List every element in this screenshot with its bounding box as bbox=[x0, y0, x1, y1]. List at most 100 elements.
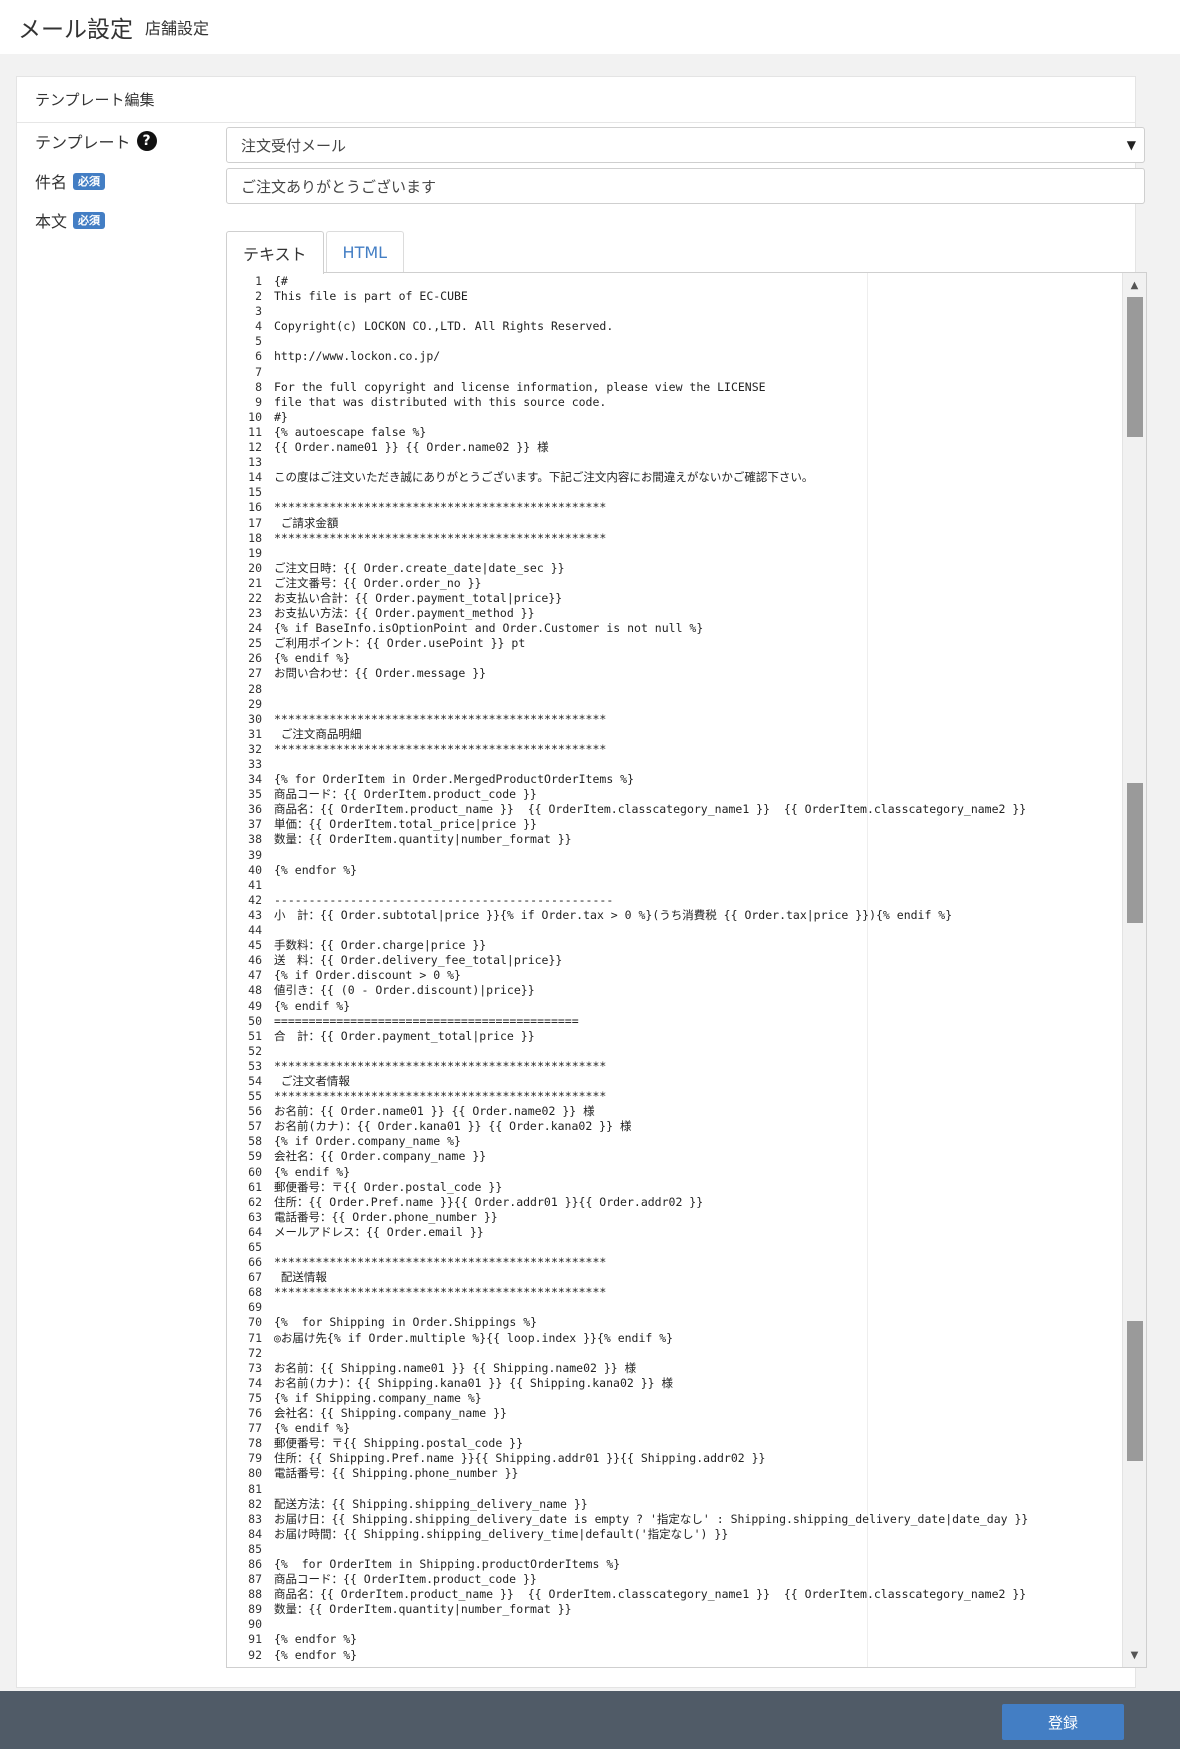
code-line[interactable]: 37 単価：{{ OrderItem.total_price|price }} bbox=[227, 817, 1122, 832]
code-line[interactable]: 50 ======================================… bbox=[227, 1014, 1122, 1029]
code-line[interactable]: 41 bbox=[227, 878, 1122, 893]
code-line[interactable]: 13 bbox=[227, 455, 1122, 470]
template-select[interactable]: 注文受付メール ▼ bbox=[226, 127, 1145, 163]
code-line[interactable]: 6 http://www.lockon.co.jp/ bbox=[227, 349, 1122, 364]
code-line[interactable]: 26 {% endif %} bbox=[227, 651, 1122, 666]
code-line[interactable]: 40 {% endfor %} bbox=[227, 863, 1122, 878]
code-line[interactable]: 84 お届け時間：{{ Shipping.shipping_delivery_ti… bbox=[227, 1527, 1122, 1542]
code-line[interactable]: 2 This file is part of EC-CUBE bbox=[227, 289, 1122, 304]
code-line[interactable]: 82 配送方法：{{ Shipping.shipping_delivery_nam… bbox=[227, 1497, 1122, 1512]
scroll-down-icon[interactable]: ▼ bbox=[1123, 1645, 1146, 1665]
code-line[interactable]: 11 {% autoescape false %} bbox=[227, 425, 1122, 440]
code-line[interactable]: 75 {% if Shipping.company_name %} bbox=[227, 1391, 1122, 1406]
code-line[interactable]: 87 商品コード：{{ OrderItem.product_code }} bbox=[227, 1572, 1122, 1587]
code-line[interactable]: 60 {% endif %} bbox=[227, 1165, 1122, 1180]
scroll-thumb[interactable] bbox=[1127, 297, 1143, 437]
code-line[interactable]: 81 bbox=[227, 1482, 1122, 1497]
code-line[interactable]: 29 bbox=[227, 697, 1122, 712]
code-line[interactable]: 52 bbox=[227, 1044, 1122, 1059]
code-line[interactable]: 16 **************************************… bbox=[227, 500, 1122, 515]
code-line[interactable]: 39 bbox=[227, 848, 1122, 863]
code-line[interactable]: 45 手数料：{{ Order.charge|price }} bbox=[227, 938, 1122, 953]
code-line[interactable]: 77 {% endif %} bbox=[227, 1421, 1122, 1436]
help-icon[interactable]: ? bbox=[136, 131, 157, 151]
code-line[interactable]: 15 bbox=[227, 485, 1122, 500]
code-line[interactable]: 55 **************************************… bbox=[227, 1089, 1122, 1104]
code-line[interactable]: 79 住所：{{ Shipping.Pref.name }}{{ Shipping… bbox=[227, 1451, 1122, 1466]
code-line[interactable]: 48 値引き：{{ (0 - Order.discount)|price}} bbox=[227, 983, 1122, 998]
subject-input[interactable]: ご注文ありがとうございます bbox=[226, 168, 1145, 204]
code-line[interactable]: 53 **************************************… bbox=[227, 1059, 1122, 1074]
code-line[interactable]: 19 bbox=[227, 546, 1122, 561]
code-line[interactable]: 56 お名前：{{ Order.name01 }} {{ Order.name02… bbox=[227, 1104, 1122, 1119]
scroll-thumb[interactable] bbox=[1127, 1321, 1143, 1461]
code-line[interactable]: 80 電話番号：{{ Shipping.phone_number }} bbox=[227, 1466, 1122, 1481]
code-line[interactable]: 46 送 料：{{ Order.delivery_fee_total|price}… bbox=[227, 953, 1122, 968]
code-line[interactable]: 34 {% for OrderItem in Order.MergedProduc… bbox=[227, 772, 1122, 787]
code-line[interactable]: 20 ご注文日時：{{ Order.create_date|date_sec }} bbox=[227, 561, 1122, 576]
code-line[interactable]: 32 **************************************… bbox=[227, 742, 1122, 757]
code-line[interactable]: 21 ご注文番号：{{ Order.order_no }} bbox=[227, 576, 1122, 591]
code-line[interactable]: 78 郵便番号：〒{{ Shipping.postal_code }} bbox=[227, 1436, 1122, 1451]
code-line[interactable]: 33 bbox=[227, 757, 1122, 772]
code-line[interactable]: 62 住所：{{ Order.Pref.name }}{{ Order.addr0… bbox=[227, 1195, 1122, 1210]
register-button[interactable]: 登録 bbox=[1002, 1704, 1124, 1740]
code-line[interactable]: 66 **************************************… bbox=[227, 1255, 1122, 1270]
code-line[interactable]: 43 小 計：{{ Order.subtotal|price }}{% if Or… bbox=[227, 908, 1122, 923]
code-line[interactable]: 17 ご請求金額 bbox=[227, 516, 1122, 531]
code-line[interactable]: 4 Copyright(c) LOCKON CO.,LTD. All Rights… bbox=[227, 319, 1122, 334]
code-line[interactable]: 22 お支払い合計：{{ Order.payment_total|price}} bbox=[227, 591, 1122, 606]
code-line[interactable]: 8 For the full copyright and license info… bbox=[227, 380, 1122, 395]
code-line[interactable]: 42 --------------------------------------… bbox=[227, 893, 1122, 908]
editor-scrollbar[interactable]: ▲ ▼ bbox=[1122, 273, 1146, 1667]
editor-lines[interactable]: 1 {# 2 This file is part of EC-CUBE 3 4 Copyri… bbox=[227, 274, 1122, 1667]
code-line[interactable]: 23 お支払い方法：{{ Order.payment_method }} bbox=[227, 606, 1122, 621]
code-line[interactable]: 27 お問い合わせ：{{ Order.message }} bbox=[227, 666, 1122, 681]
code-line[interactable]: 63 電話番号：{{ Order.phone_number }} bbox=[227, 1210, 1122, 1225]
code-line[interactable]: 90 bbox=[227, 1617, 1122, 1632]
code-line[interactable]: 25 ご利用ポイント：{{ Order.usePoint }} pt bbox=[227, 636, 1122, 651]
code-line[interactable]: 28 bbox=[227, 682, 1122, 697]
code-line[interactable]: 51 合 計：{{ Order.payment_total|price }} bbox=[227, 1029, 1122, 1044]
code-line[interactable]: 73 お名前：{{ Shipping.name01 }} {{ Shipping.… bbox=[227, 1361, 1122, 1376]
code-line[interactable]: 57 お名前(カナ)：{{ Order.kana01 }} {{ Order.ka… bbox=[227, 1119, 1122, 1134]
code-line[interactable]: 76 会社名：{{ Shipping.company_name }} bbox=[227, 1406, 1122, 1421]
code-line[interactable]: 86 {% for OrderItem in Shipping.productOr… bbox=[227, 1557, 1122, 1572]
code-line[interactable]: 59 会社名：{{ Order.company_name }} bbox=[227, 1149, 1122, 1164]
code-line[interactable]: 70 {% for Shipping in Order.Shippings %} bbox=[227, 1315, 1122, 1330]
code-line[interactable]: 61 郵便番号：〒{{ Order.postal_code }} bbox=[227, 1180, 1122, 1195]
code-line[interactable]: 68 **************************************… bbox=[227, 1285, 1122, 1300]
code-line[interactable]: 74 お名前(カナ)：{{ Shipping.kana01 }} {{ Shipp… bbox=[227, 1376, 1122, 1391]
code-line[interactable]: 54 ご注文者情報 bbox=[227, 1074, 1122, 1089]
code-line[interactable]: 35 商品コード：{{ OrderItem.product_code }} bbox=[227, 787, 1122, 802]
code-line[interactable]: 7 bbox=[227, 365, 1122, 380]
code-line[interactable]: 14 この度はご注文いただき誠にありがとうございます。下記ご注文内容にお間違えがな… bbox=[227, 470, 1122, 485]
code-line[interactable]: 5 bbox=[227, 334, 1122, 349]
code-line[interactable]: 65 bbox=[227, 1240, 1122, 1255]
code-line[interactable]: 36 商品名：{{ OrderItem.product_name }} {{ Or… bbox=[227, 802, 1122, 817]
code-line[interactable]: 85 bbox=[227, 1542, 1122, 1557]
code-line[interactable]: 71 ◎お届け先{% if Order.multiple %}{{ loop.in… bbox=[227, 1331, 1122, 1346]
scroll-up-icon[interactable]: ▲ bbox=[1123, 275, 1146, 295]
code-line[interactable]: 3 bbox=[227, 304, 1122, 319]
code-line[interactable]: 49 {% endif %} bbox=[227, 999, 1122, 1014]
code-line[interactable]: 92 {% endfor %} bbox=[227, 1648, 1122, 1663]
code-line[interactable]: 72 bbox=[227, 1346, 1122, 1361]
code-line[interactable]: 83 お届け日：{{ Shipping.shipping_delivery_dat… bbox=[227, 1512, 1122, 1527]
code-line[interactable]: 58 {% if Order.company_name %} bbox=[227, 1134, 1122, 1149]
code-line[interactable]: 47 {% if Order.discount > 0 %} bbox=[227, 968, 1122, 983]
code-line[interactable]: 88 商品名：{{ OrderItem.product_name }} {{ Or… bbox=[227, 1587, 1122, 1602]
code-line[interactable]: 31 ご注文商品明細 bbox=[227, 727, 1122, 742]
body-editor[interactable]: 1 {# 2 This file is part of EC-CUBE 3 4 Copyri… bbox=[226, 272, 1147, 1668]
code-line[interactable]: 1 {# bbox=[227, 274, 1122, 289]
code-line[interactable]: 30 **************************************… bbox=[227, 712, 1122, 727]
code-line[interactable]: 69 bbox=[227, 1300, 1122, 1315]
code-line[interactable]: 10 #} bbox=[227, 410, 1122, 425]
code-line[interactable]: 89 数量：{{ OrderItem.quantity|number_format… bbox=[227, 1602, 1122, 1617]
code-line[interactable]: 12 {{ Order.name01 }} {{ Order.name02 }} … bbox=[227, 440, 1122, 455]
tab-text[interactable]: テキスト bbox=[226, 231, 324, 274]
code-line[interactable]: 24 {% if BaseInfo.isOptionPoint and Order… bbox=[227, 621, 1122, 636]
code-line[interactable]: 18 **************************************… bbox=[227, 531, 1122, 546]
code-line[interactable]: 91 {% endfor %} bbox=[227, 1632, 1122, 1647]
tab-html[interactable]: HTML bbox=[325, 231, 405, 273]
